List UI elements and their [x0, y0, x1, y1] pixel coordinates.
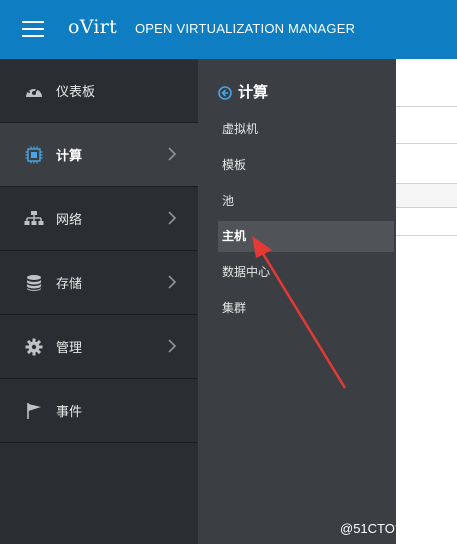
chevron-right-icon: [166, 273, 178, 291]
secondary-nav: 计算 虚拟机 模板 池 主机 数据中心 集群: [198, 59, 396, 544]
nav-item-dashboard[interactable]: 仪表板: [0, 59, 198, 123]
network-icon: [24, 210, 44, 228]
content-divider: [396, 207, 457, 208]
top-header: oVirt OPEN VIRTUALIZATION MANAGER: [0, 0, 457, 59]
hamburger-menu-icon[interactable]: [22, 21, 44, 37]
cpu-icon: [24, 146, 44, 164]
subnav-item-hosts[interactable]: 主机: [218, 221, 394, 252]
nav-item-label: 事件: [56, 405, 83, 420]
content-divider: [396, 235, 457, 236]
content-divider: [396, 143, 457, 144]
back-arrow-icon: [218, 85, 232, 100]
nav-item-label: 计算: [56, 149, 83, 164]
subnav-item-vms[interactable]: 虚拟机: [218, 114, 394, 145]
nav-item-label: 存储: [56, 277, 83, 292]
subnav-title: 计算: [238, 83, 269, 101]
chevron-right-icon: [166, 209, 178, 227]
content-band: [396, 183, 457, 207]
nav-item-label: 仪表板: [56, 85, 96, 100]
subnav-item-pools[interactable]: 池: [218, 186, 394, 217]
subnav-back-title[interactable]: 计算: [218, 81, 268, 102]
dashboard-icon: [24, 82, 44, 100]
primary-nav: 仪表板 计算 网络 存储 管理 事件: [0, 59, 198, 544]
nav-item-network[interactable]: 网络: [0, 187, 198, 251]
nav-item-label: 网络: [56, 213, 83, 228]
product-name: OPEN VIRTUALIZATION MANAGER: [135, 21, 356, 36]
content-divider: [396, 183, 457, 184]
database-icon: [24, 274, 44, 292]
subnav-item-templates[interactable]: 模板: [218, 150, 394, 181]
main-content: [396, 59, 457, 544]
chevron-right-icon: [166, 337, 178, 355]
brand-logo[interactable]: oVirt: [68, 16, 117, 38]
subnav-item-datacenters[interactable]: 数据中心: [218, 257, 394, 288]
gear-icon: [24, 338, 44, 356]
content-divider: [396, 106, 457, 107]
nav-item-admin[interactable]: 管理: [0, 315, 198, 379]
nav-item-label: 管理: [56, 341, 83, 356]
flag-icon: [24, 402, 44, 420]
nav-item-events[interactable]: 事件: [0, 379, 198, 443]
subnav-item-clusters[interactable]: 集群: [218, 293, 394, 324]
nav-item-storage[interactable]: 存储: [0, 251, 198, 315]
watermark-text: @51CTO博客: [340, 521, 421, 536]
nav-item-compute[interactable]: 计算: [0, 123, 198, 187]
chevron-right-icon: [166, 145, 178, 163]
